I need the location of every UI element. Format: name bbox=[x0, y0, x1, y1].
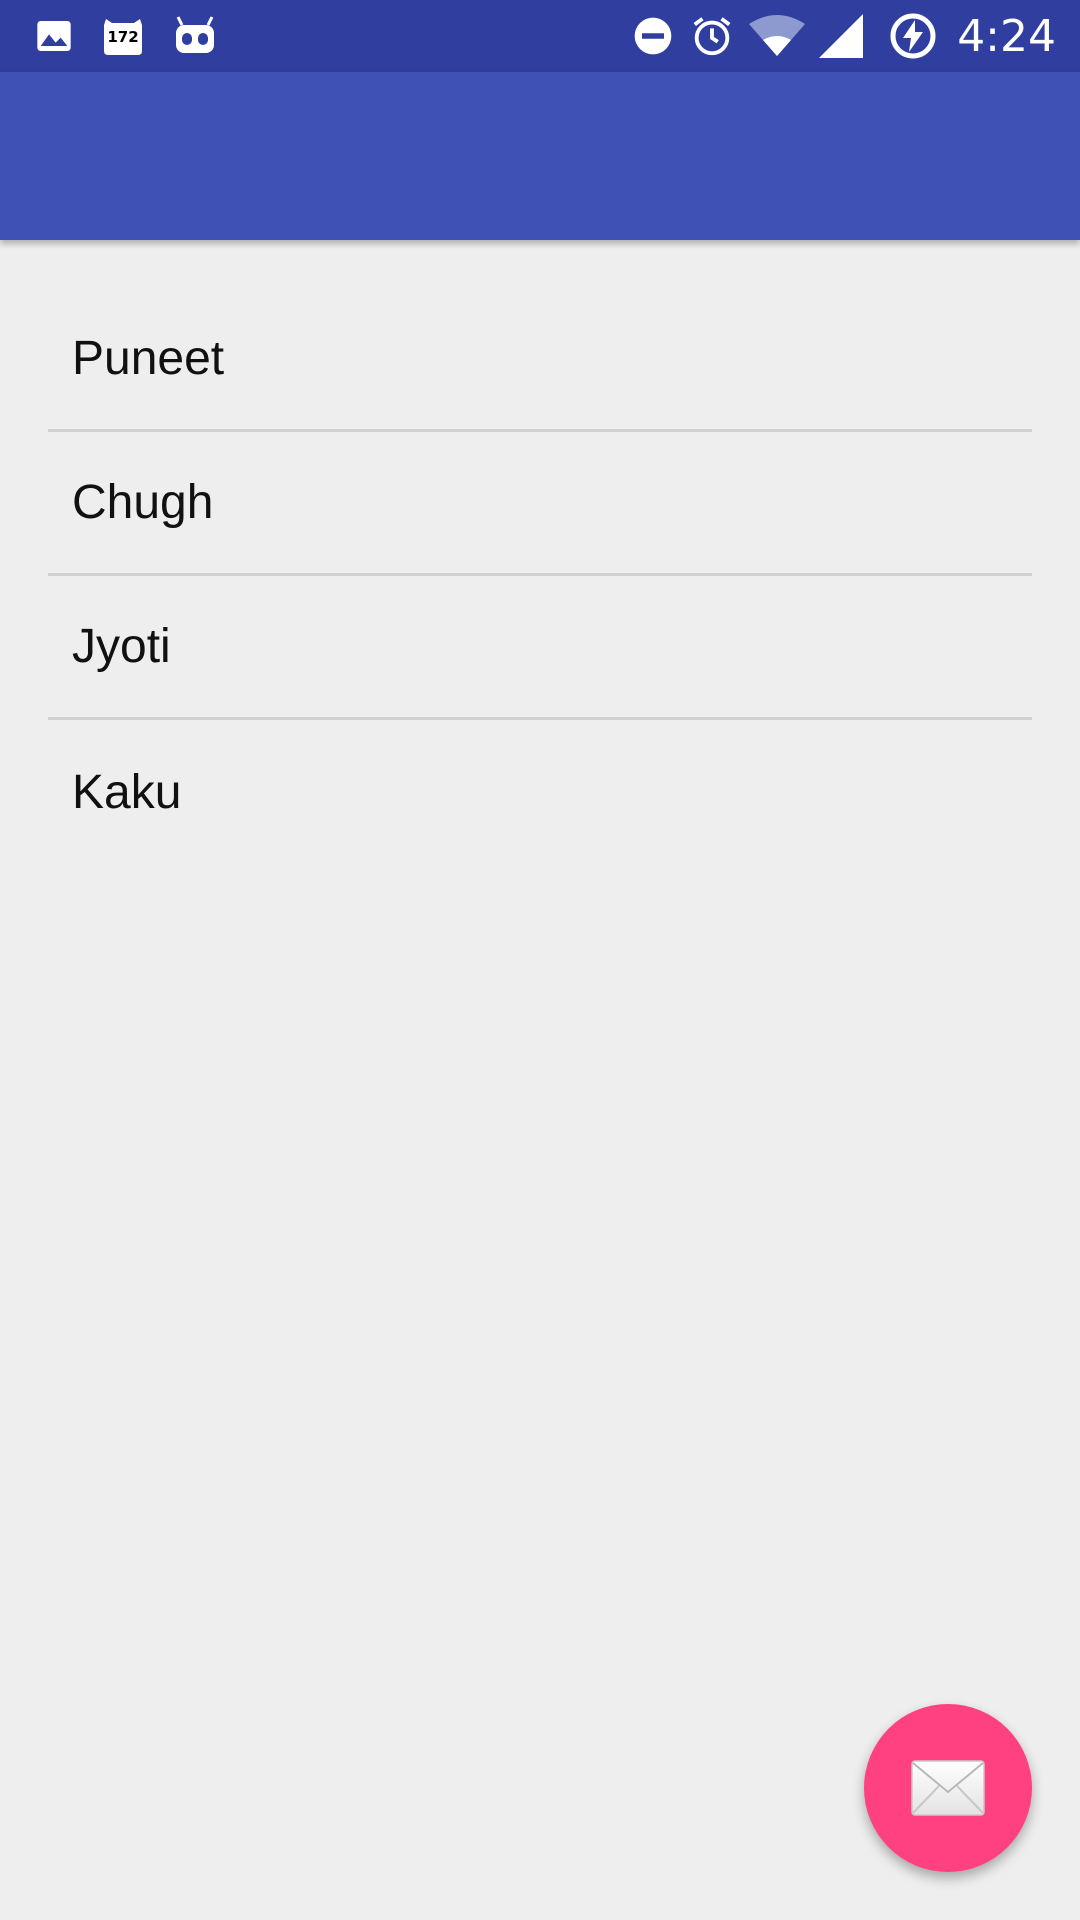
app-bar bbox=[0, 72, 1080, 240]
compose-email-fab[interactable] bbox=[864, 1704, 1032, 1872]
status-right-icons: 4:24 bbox=[631, 10, 1056, 62]
list-item-label: Chugh bbox=[72, 476, 214, 529]
badge-count: 172 bbox=[107, 28, 139, 46]
wifi-icon bbox=[749, 15, 806, 56]
list-item-label: Jyoti bbox=[72, 620, 171, 673]
list-item[interactable]: Chugh bbox=[48, 432, 1032, 576]
name-list: Puneet Chugh Jyoti Kaku bbox=[48, 288, 1032, 864]
status-time: 4:24 bbox=[957, 10, 1056, 62]
status-left-icons: 172 bbox=[34, 14, 218, 58]
list-item-label: Puneet bbox=[72, 332, 225, 385]
badge-icon: 172 bbox=[100, 15, 146, 57]
image-icon bbox=[37, 21, 71, 51]
alarm-icon bbox=[693, 17, 731, 56]
signal-icon bbox=[819, 14, 864, 58]
do-not-disturb-icon bbox=[634, 17, 672, 55]
battery-charging-icon bbox=[890, 13, 936, 59]
list-item-label: Kaku bbox=[72, 765, 182, 819]
status-bar: 172 4:24 bbox=[0, 0, 1080, 72]
android-icon bbox=[176, 16, 214, 53]
email-icon bbox=[911, 1760, 985, 1816]
screen: 172 4:24 Puneet Chugh Jyoti Kaku bbox=[0, 0, 1080, 1920]
list-item[interactable]: Puneet bbox=[48, 288, 1032, 432]
list-item[interactable]: Jyoti bbox=[48, 576, 1032, 720]
list-item[interactable]: Kaku bbox=[48, 720, 1032, 864]
